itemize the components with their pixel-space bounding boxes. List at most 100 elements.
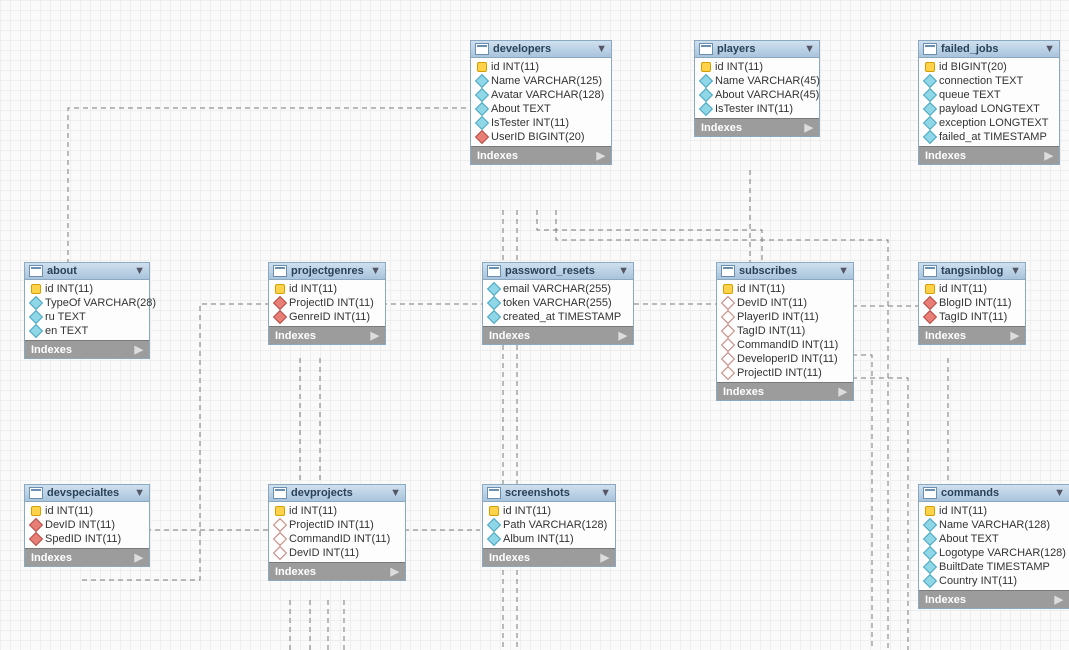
expand-icon[interactable]: ▶ bbox=[135, 551, 143, 564]
expand-icon[interactable]: ▶ bbox=[839, 385, 847, 398]
expand-icon[interactable]: ▶ bbox=[391, 565, 399, 578]
column-row[interactable]: IsTester INT(11) bbox=[695, 102, 819, 116]
column-row[interactable]: en TEXT bbox=[25, 324, 149, 338]
table-commands[interactable]: commands▼ id INT(11)Name VARCHAR(128)Abou… bbox=[918, 484, 1069, 609]
column-row[interactable]: email VARCHAR(255) bbox=[483, 282, 633, 296]
table-header[interactable]: failed_jobs▼ bbox=[919, 41, 1059, 58]
column-row[interactable]: DeveloperID INT(11) bbox=[717, 352, 853, 366]
column-row[interactable]: Name VARCHAR(45) bbox=[695, 74, 819, 88]
expand-icon[interactable]: ▶ bbox=[135, 343, 143, 356]
column-row[interactable]: Name VARCHAR(125) bbox=[471, 74, 611, 88]
column-row[interactable]: id INT(11) bbox=[269, 504, 405, 518]
expand-icon[interactable]: ▶ bbox=[597, 149, 605, 162]
indexes-section[interactable]: Indexes▶ bbox=[695, 118, 819, 136]
column-row[interactable]: id INT(11) bbox=[25, 282, 149, 296]
column-row[interactable]: id INT(11) bbox=[695, 60, 819, 74]
table-header[interactable]: password_resets▼ bbox=[483, 263, 633, 280]
column-row[interactable]: CommandID INT(11) bbox=[269, 532, 405, 546]
expand-icon[interactable]: ▶ bbox=[805, 121, 813, 134]
indexes-section[interactable]: Indexes▶ bbox=[919, 146, 1059, 164]
table-header[interactable]: tangsinblog▼ bbox=[919, 263, 1025, 280]
expand-icon[interactable]: ▶ bbox=[371, 329, 379, 342]
column-row[interactable]: payload LONGTEXT bbox=[919, 102, 1059, 116]
indexes-section[interactable]: Indexes▶ bbox=[919, 326, 1025, 344]
table-header[interactable]: about▼ bbox=[25, 263, 149, 280]
indexes-section[interactable]: Indexes▶ bbox=[717, 382, 853, 400]
column-row[interactable]: BlogID INT(11) bbox=[919, 296, 1025, 310]
column-row[interactable]: created_at TIMESTAMP bbox=[483, 310, 633, 324]
column-row[interactable]: queue TEXT bbox=[919, 88, 1059, 102]
table-developers[interactable]: developers▼ id INT(11)Name VARCHAR(125)Av… bbox=[470, 40, 612, 165]
er-canvas[interactable]: developers▼id INT(11)Name VARCHAR(125)Av… bbox=[0, 0, 1069, 650]
column-row[interactable]: connection TEXT bbox=[919, 74, 1059, 88]
column-row[interactable]: About TEXT bbox=[919, 532, 1069, 546]
table-tangsinblog[interactable]: tangsinblog▼ id INT(11)BlogID INT(11)TagI… bbox=[918, 262, 1026, 345]
table-header[interactable]: subscribes▼ bbox=[717, 263, 853, 280]
column-row[interactable]: id INT(11) bbox=[717, 282, 853, 296]
indexes-section[interactable]: Indexes▶ bbox=[269, 326, 385, 344]
table-header[interactable]: screenshots▼ bbox=[483, 485, 615, 502]
column-row[interactable]: id INT(11) bbox=[919, 504, 1069, 518]
column-row[interactable]: token VARCHAR(255) bbox=[483, 296, 633, 310]
collapse-icon[interactable]: ▼ bbox=[596, 43, 607, 55]
column-row[interactable]: ProjectID INT(11) bbox=[269, 518, 405, 532]
collapse-icon[interactable]: ▼ bbox=[1010, 265, 1021, 277]
column-row[interactable]: IsTester INT(11) bbox=[471, 116, 611, 130]
table-subscribes[interactable]: subscribes▼id INT(11)DevID INT(11)Player… bbox=[716, 262, 854, 401]
collapse-icon[interactable]: ▼ bbox=[618, 265, 629, 277]
column-row[interactable]: id INT(11) bbox=[919, 282, 1025, 296]
column-row[interactable]: id BIGINT(20) bbox=[919, 60, 1059, 74]
collapse-icon[interactable]: ▼ bbox=[370, 265, 381, 277]
column-row[interactable]: failed_at TIMESTAMP bbox=[919, 130, 1059, 144]
table-failed_jobs[interactable]: failed_jobs▼id BIGINT(20)connection TEXT… bbox=[918, 40, 1060, 165]
table-header[interactable]: projectgenres▼ bbox=[269, 263, 385, 280]
column-row[interactable]: exception LONGTEXT bbox=[919, 116, 1059, 130]
table-password_resets[interactable]: password_resets▼email VARCHAR(255)token … bbox=[482, 262, 634, 345]
column-row[interactable]: TagID INT(11) bbox=[919, 310, 1025, 324]
indexes-section[interactable]: Indexes▶ bbox=[269, 562, 405, 580]
table-screenshots[interactable]: screenshots▼id INT(11)Path VARCHAR(128)A… bbox=[482, 484, 616, 567]
column-row[interactable]: DevID INT(11) bbox=[717, 296, 853, 310]
collapse-icon[interactable]: ▼ bbox=[838, 265, 849, 277]
expand-icon[interactable]: ▶ bbox=[1045, 149, 1053, 162]
column-row[interactable]: Country INT(11) bbox=[919, 574, 1069, 588]
table-header[interactable]: devprojects▼ bbox=[269, 485, 405, 502]
indexes-section[interactable]: Indexes▶ bbox=[471, 146, 611, 164]
column-row[interactable]: Avatar VARCHAR(128) bbox=[471, 88, 611, 102]
column-row[interactable]: TagID INT(11) bbox=[717, 324, 853, 338]
column-row[interactable]: TypeOf VARCHAR(28) bbox=[25, 296, 149, 310]
table-header[interactable]: devspecialtes▼ bbox=[25, 485, 149, 502]
indexes-section[interactable]: Indexes▶ bbox=[25, 548, 149, 566]
column-row[interactable]: id INT(11) bbox=[471, 60, 611, 74]
table-devspecialtes[interactable]: devspecialtes▼id INT(11)DevID INT(11)Spe… bbox=[24, 484, 150, 567]
column-row[interactable]: CommandID INT(11) bbox=[717, 338, 853, 352]
indexes-section[interactable]: Indexes▶ bbox=[919, 590, 1069, 608]
table-devprojects[interactable]: devprojects▼ id INT(11)ProjectID INT(11)C… bbox=[268, 484, 406, 581]
column-row[interactable]: id INT(11) bbox=[269, 282, 385, 296]
table-projectgenres[interactable]: projectgenres▼ id INT(11)ProjectID INT(11… bbox=[268, 262, 386, 345]
column-row[interactable]: ru TEXT bbox=[25, 310, 149, 324]
indexes-section[interactable]: Indexes▶ bbox=[25, 340, 149, 358]
column-row[interactable]: Path VARCHAR(128) bbox=[483, 518, 615, 532]
indexes-section[interactable]: Indexes▶ bbox=[483, 548, 615, 566]
collapse-icon[interactable]: ▼ bbox=[134, 487, 145, 499]
collapse-icon[interactable]: ▼ bbox=[804, 43, 815, 55]
table-header[interactable]: commands▼ bbox=[919, 485, 1069, 502]
collapse-icon[interactable]: ▼ bbox=[390, 487, 401, 499]
table-header[interactable]: developers▼ bbox=[471, 41, 611, 58]
column-row[interactable]: About TEXT bbox=[471, 102, 611, 116]
column-row[interactable]: ProjectID INT(11) bbox=[269, 296, 385, 310]
column-row[interactable]: UserID BIGINT(20) bbox=[471, 130, 611, 144]
column-row[interactable]: Name VARCHAR(128) bbox=[919, 518, 1069, 532]
collapse-icon[interactable]: ▼ bbox=[1044, 43, 1055, 55]
collapse-icon[interactable]: ▼ bbox=[134, 265, 145, 277]
column-row[interactable]: id INT(11) bbox=[25, 504, 149, 518]
collapse-icon[interactable]: ▼ bbox=[1054, 487, 1065, 499]
table-players[interactable]: players▼id INT(11)Name VARCHAR(45)About … bbox=[694, 40, 820, 137]
expand-icon[interactable]: ▶ bbox=[1011, 329, 1019, 342]
expand-icon[interactable]: ▶ bbox=[619, 329, 627, 342]
indexes-section[interactable]: Indexes▶ bbox=[483, 326, 633, 344]
table-about[interactable]: about▼ id INT(11)TypeOf VARCHAR(28)ru TEX… bbox=[24, 262, 150, 359]
column-row[interactable]: BuiltDate TIMESTAMP bbox=[919, 560, 1069, 574]
column-row[interactable]: Album INT(11) bbox=[483, 532, 615, 546]
